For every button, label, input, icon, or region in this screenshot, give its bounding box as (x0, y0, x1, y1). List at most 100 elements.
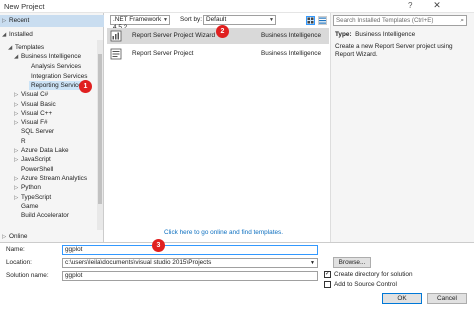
divider (0, 242, 474, 243)
tree-label: Game (21, 203, 39, 210)
tree-item-azure-stream-analytics[interactable]: ▷ Azure Stream Analytics (14, 174, 87, 183)
expand-arrow-icon[interactable]: ▷ (2, 233, 9, 242)
expand-arrow-icon[interactable]: ▷ (14, 119, 21, 128)
create-directory-label: Create directory for solution (334, 271, 413, 278)
tree-label: Python (21, 184, 41, 191)
template-category: Business Intelligence (261, 50, 322, 57)
grid-view-icon (307, 17, 314, 24)
tree-label: Build Accelerator (21, 212, 69, 219)
tree-item-visual-basic[interactable]: ▷ Visual Basic (14, 100, 56, 109)
type-value: Business Intelligence (355, 31, 416, 38)
expand-arrow-icon[interactable]: ▷ (14, 91, 21, 100)
template-list: Report Server Project Wizard Business In… (107, 28, 329, 213)
help-button[interactable]: ? (408, 1, 412, 10)
add-source-control-label: Add to Source Control (334, 281, 397, 288)
tree-label: Azure Stream Analytics (21, 175, 88, 182)
tree-item-r[interactable]: R (21, 137, 26, 146)
tree-label: Recent (9, 17, 30, 24)
framework-select[interactable]: .NET Framework 4.5.2▼ (110, 15, 170, 31)
tree-label: R (21, 138, 26, 145)
template-description: Create a new Report Server project using… (335, 43, 453, 58)
tree-item-integration-services[interactable]: Integration Services (31, 72, 87, 81)
tree-item-templates[interactable]: ◢ Templates (8, 43, 44, 52)
chevron-down-icon: ▼ (163, 17, 168, 23)
browse-button[interactable]: Browse... (333, 257, 371, 268)
tree-item-powershell[interactable]: PowerShell (21, 165, 53, 174)
tree-label: Visual C# (21, 91, 49, 98)
report-project-icon (110, 48, 122, 60)
name-label: Name: (6, 246, 25, 253)
sort-select[interactable]: Default ▼ (203, 15, 276, 25)
tree-label: PowerShell (21, 166, 54, 173)
search-placeholder: Search Installed Templates (Ctrl+E) (336, 17, 434, 24)
template-name: Report Server Project Wizard (132, 32, 216, 39)
solution-name-label: Solution name: (6, 272, 49, 279)
tree-label: Analysis Services (31, 63, 82, 70)
collapse-arrow-icon[interactable]: ◢ (14, 53, 21, 62)
scrollbar-thumb[interactable] (98, 54, 102, 204)
annotation-badge-1: 1 (79, 80, 92, 93)
location-label: Location: (6, 259, 32, 266)
location-field[interactable]: c:\users\leila\documents\visual studio 2… (62, 258, 318, 268)
sort-label: Sort by: (180, 16, 203, 23)
type-label: Type: (335, 31, 352, 38)
tree-label: Templates (15, 44, 45, 51)
tree-label: Integration Services (31, 73, 88, 80)
tree-item-sql-server[interactable]: SQL Server (21, 127, 54, 136)
tree-item-online[interactable]: ▷ Online (2, 232, 27, 241)
tree-label: TypeScript (21, 194, 52, 201)
name-field[interactable]: ggplot (62, 245, 318, 255)
expand-arrow-icon[interactable]: ▷ (14, 194, 21, 203)
tree-scrollbar[interactable] (97, 40, 103, 230)
expand-arrow-icon[interactable]: ▷ (2, 17, 9, 26)
list-view-button[interactable] (318, 16, 327, 25)
tree-item-business-intelligence[interactable]: ◢ Business Intelligence (14, 52, 81, 61)
tree-item-game[interactable]: Game (21, 202, 38, 211)
template-item-report-server-project[interactable]: Report Server Project Business Intellige… (107, 46, 329, 62)
tree-label: Azure Data Lake (21, 147, 69, 154)
tree-item-recent[interactable]: ▷ Recent (2, 16, 29, 25)
online-templates-link[interactable]: Click here to go online and find templat… (164, 229, 283, 236)
annotation-badge-3: 3 (152, 239, 165, 252)
title-bar: New Project ? ✕ (0, 0, 474, 13)
collapse-arrow-icon[interactable]: ◢ (2, 31, 9, 40)
tree-label: Business Intelligence (21, 53, 82, 60)
expand-arrow-icon[interactable]: ▷ (14, 156, 21, 165)
tree-item-visual-fsharp[interactable]: ▷ Visual F# (14, 118, 48, 127)
cancel-button[interactable]: Cancel (427, 293, 467, 304)
tree-item-python[interactable]: ▷ Python (14, 183, 41, 192)
template-name: Report Server Project (132, 50, 194, 57)
tree-item-typescript[interactable]: ▷ TypeScript (14, 193, 51, 202)
tree-item-analysis-services[interactable]: Analysis Services (31, 62, 81, 71)
tree-item-build-accelerator[interactable]: Build Accelerator (21, 211, 69, 220)
expand-arrow-icon[interactable]: ▷ (14, 184, 21, 193)
tree-item-installed[interactable]: ◢ Installed (2, 30, 33, 39)
tree-label: Visual C++ (21, 110, 53, 117)
create-directory-checkbox[interactable]: ✓ (324, 271, 331, 278)
search-input[interactable]: Search Installed Templates (Ctrl+E) ⌕ (333, 15, 467, 26)
template-category: Business Intelligence (261, 32, 322, 39)
tree-item-visual-cpp[interactable]: ▷ Visual C++ (14, 109, 52, 118)
ok-button[interactable]: OK (382, 293, 422, 304)
tree-item-azure-data-lake[interactable]: ▷ Azure Data Lake (14, 146, 69, 155)
medium-icons-view-button[interactable] (306, 16, 315, 25)
location-value: c:\users\leila\documents\visual studio 2… (65, 259, 212, 266)
solution-name-field[interactable]: ggplot (62, 271, 318, 281)
sort-value: Default (206, 16, 227, 23)
annotation-badge-2: 2 (216, 25, 229, 38)
list-view-icon (319, 17, 326, 24)
tree-label: SQL Server (21, 128, 55, 135)
tree-item-visual-csharp[interactable]: ▷ Visual C# (14, 90, 48, 99)
add-source-control-checkbox[interactable] (324, 281, 331, 288)
report-wizard-icon (110, 30, 122, 42)
close-button[interactable]: ✕ (430, 0, 444, 12)
search-icon: ⌕ (460, 17, 464, 24)
tree-label: Visual Basic (21, 101, 56, 108)
tree-label: Visual F# (21, 119, 48, 126)
chevron-down-icon: ▼ (310, 260, 315, 266)
window-title: New Project (4, 2, 45, 11)
chevron-down-icon: ▼ (269, 17, 274, 23)
tree-label: Online (9, 233, 28, 240)
tree-item-javascript[interactable]: ▷ JavaScript (14, 155, 51, 164)
template-type: Type: Business Intelligence (335, 31, 415, 38)
